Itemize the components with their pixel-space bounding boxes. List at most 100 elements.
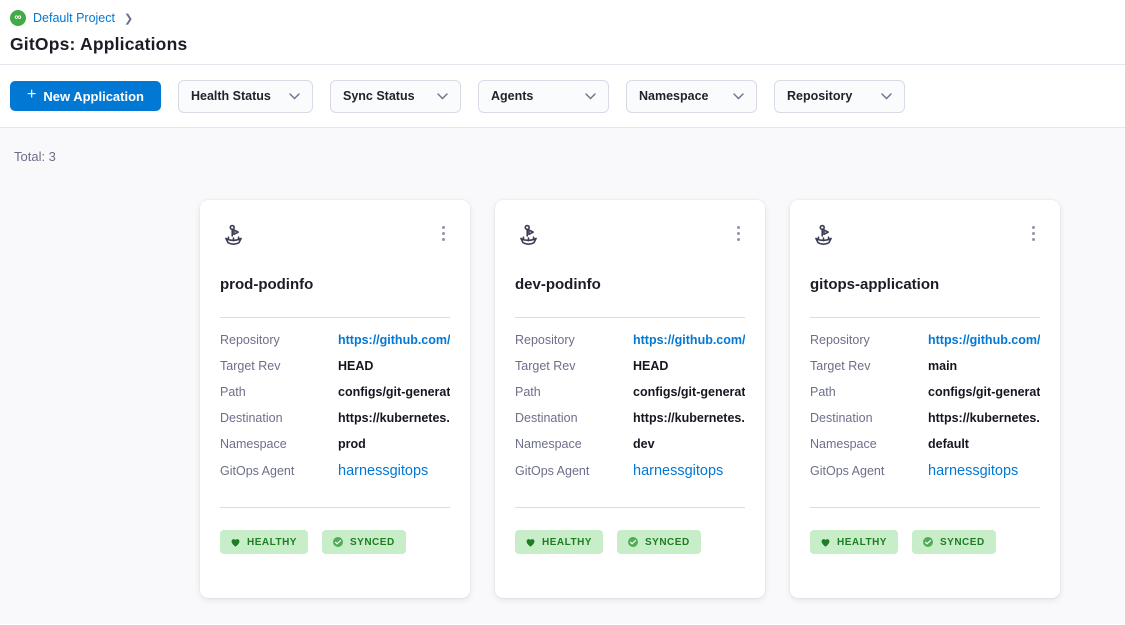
heart-icon — [820, 537, 831, 548]
status-badges: HEALTHY SYNCED — [515, 530, 745, 554]
status-badges: HEALTHY SYNCED — [220, 530, 450, 554]
gitops-agent-link[interactable]: harnessgitops — [928, 463, 1018, 479]
health-status-badge: HEALTHY — [220, 530, 308, 554]
card-menu-button[interactable] — [437, 222, 450, 245]
new-application-label: New Application — [43, 89, 144, 104]
repository-link[interactable]: https://github.com/d... — [633, 333, 745, 347]
check-circle-icon — [627, 536, 639, 548]
divider — [220, 507, 450, 508]
field-label: Path — [810, 385, 928, 399]
field-label: Repository — [810, 333, 928, 347]
field-value: main — [928, 359, 957, 373]
heart-icon — [525, 537, 536, 548]
gitops-application-icon — [220, 222, 247, 249]
field-path: Path configs/git-generato... — [810, 385, 1040, 411]
plus-icon: + — [27, 87, 36, 103]
sync-status-badge: SYNCED — [322, 530, 406, 554]
field-value: HEAD — [633, 359, 668, 373]
field-label: Namespace — [810, 437, 928, 451]
application-cards: prod-podinfo Repository https://github.c… — [200, 200, 1125, 598]
chevron-down-icon — [881, 93, 892, 100]
project-icon: ∞ — [10, 10, 26, 26]
status-badges: HEALTHY SYNCED — [810, 530, 1040, 554]
field-repository: Repository https://github.com/d... — [220, 333, 450, 359]
field-destination: Destination https://kubernetes.d... — [515, 411, 745, 437]
application-card-prod-podinfo[interactable]: prod-podinfo Repository https://github.c… — [200, 200, 470, 598]
filter-namespace[interactable]: Namespace — [626, 80, 757, 113]
field-gitops-agent: GitOps Agent harnessgitops — [810, 463, 1040, 495]
chevron-down-icon — [289, 93, 300, 100]
sync-status-label: SYNCED — [350, 537, 395, 548]
divider — [220, 317, 450, 318]
field-value: https://kubernetes.d... — [633, 411, 745, 425]
field-label: Path — [515, 385, 633, 399]
content-area: Total: 3 prod-podinfo — [0, 128, 1125, 624]
health-status-label: HEALTHY — [837, 537, 887, 548]
field-label: GitOps Agent — [810, 464, 928, 478]
application-card-gitops-application[interactable]: gitops-application Repository https://gi… — [790, 200, 1060, 598]
check-circle-icon — [922, 536, 934, 548]
card-menu-button[interactable] — [732, 222, 745, 245]
field-value: configs/git-generato... — [633, 385, 745, 399]
field-path: Path configs/git-generato... — [515, 385, 745, 411]
sync-status-label: SYNCED — [645, 537, 690, 548]
page-header: ∞ Default Project ❯ GitOps: Applications — [0, 0, 1125, 65]
divider — [810, 507, 1040, 508]
health-status-label: HEALTHY — [247, 537, 297, 548]
field-namespace: Namespace dev — [515, 437, 745, 463]
field-label: Namespace — [220, 437, 338, 451]
field-label: Repository — [515, 333, 633, 347]
field-label: GitOps Agent — [220, 464, 338, 478]
field-repository: Repository https://github.com/d... — [515, 333, 745, 359]
field-label: Path — [220, 385, 338, 399]
card-header — [810, 222, 1040, 249]
field-target-rev: Target Rev HEAD — [220, 359, 450, 385]
breadcrumb-project-link[interactable]: Default Project — [33, 11, 115, 25]
gitops-agent-link[interactable]: harnessgitops — [633, 463, 723, 479]
page-title: GitOps: Applications — [10, 34, 1125, 55]
card-header — [220, 222, 450, 249]
field-path: Path configs/git-generato... — [220, 385, 450, 411]
field-destination: Destination https://kubernetes.d... — [220, 411, 450, 437]
field-value: https://kubernetes.d... — [928, 411, 1040, 425]
field-value: prod — [338, 437, 366, 451]
filter-sync-status[interactable]: Sync Status — [330, 80, 461, 113]
field-value: default — [928, 437, 969, 451]
filter-label: Health Status — [191, 89, 271, 103]
heart-icon — [230, 537, 241, 548]
check-circle-icon — [332, 536, 344, 548]
repository-link[interactable]: https://github.com/d... — [338, 333, 450, 347]
field-label: Target Rev — [220, 359, 338, 373]
card-fields: Repository https://github.com/d... Targe… — [515, 333, 745, 495]
card-fields: Repository https://github.com/d... Targe… — [220, 333, 450, 495]
divider — [810, 317, 1040, 318]
gitops-agent-link[interactable]: harnessgitops — [338, 463, 428, 479]
filter-repository[interactable]: Repository — [774, 80, 905, 113]
new-application-button[interactable]: + New Application — [10, 81, 161, 111]
total-count: Total: 3 — [14, 149, 1125, 164]
repository-link[interactable]: https://github.com/d... — [928, 333, 1040, 347]
application-name: prod-podinfo — [220, 276, 450, 293]
card-fields: Repository https://github.com/d... Targe… — [810, 333, 1040, 495]
field-target-rev: Target Rev main — [810, 359, 1040, 385]
field-repository: Repository https://github.com/d... — [810, 333, 1040, 359]
field-gitops-agent: GitOps Agent harnessgitops — [515, 463, 745, 495]
field-value: https://kubernetes.d... — [338, 411, 450, 425]
sync-status-badge: SYNCED — [912, 530, 996, 554]
filter-health-status[interactable]: Health Status — [178, 80, 313, 113]
filter-label: Repository — [787, 89, 852, 103]
filter-agents[interactable]: Agents — [478, 80, 609, 113]
divider — [515, 317, 745, 318]
card-menu-button[interactable] — [1027, 222, 1040, 245]
field-label: Namespace — [515, 437, 633, 451]
gitops-application-icon — [810, 222, 837, 249]
application-card-dev-podinfo[interactable]: dev-podinfo Repository https://github.co… — [495, 200, 765, 598]
chevron-down-icon — [733, 93, 744, 100]
field-value: dev — [633, 437, 655, 451]
health-status-badge: HEALTHY — [515, 530, 603, 554]
chevron-down-icon — [437, 93, 448, 100]
field-label: Destination — [515, 411, 633, 425]
field-label: Target Rev — [515, 359, 633, 373]
filter-label: Namespace — [639, 89, 709, 103]
chevron-down-icon — [585, 93, 596, 100]
